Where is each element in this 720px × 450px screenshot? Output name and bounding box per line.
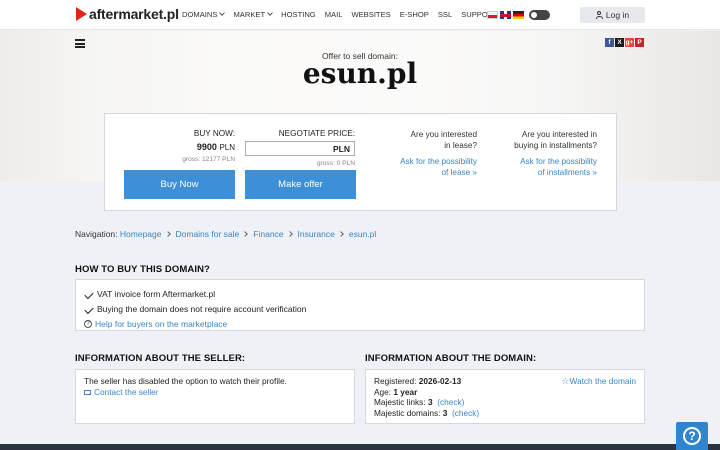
installments-question: Are you interested in buying in installme… <box>514 130 597 150</box>
x-twitter-icon[interactable]: X <box>615 38 624 47</box>
breadcrumb-current-domain[interactable]: esun.pl <box>349 229 376 239</box>
menu-hosting[interactable]: HOSTING <box>281 10 316 19</box>
lease-question: Are you interested in lease? <box>410 130 477 150</box>
envelope-icon <box>84 389 91 395</box>
help-question-icon: ? <box>683 427 701 445</box>
contact-seller-link[interactable]: Contact the seller <box>84 387 346 398</box>
buy-now-price: 9900 PLN <box>196 142 235 152</box>
facebook-icon[interactable]: f <box>605 38 614 47</box>
menu-mail[interactable]: MAIL <box>325 10 343 19</box>
menu-ssl[interactable]: SSL <box>438 10 452 19</box>
check-domains-link[interactable]: (check) <box>452 408 479 418</box>
top-navigation-bar: aftermarket.pl DOMAINS MARKET HOSTING MA… <box>0 0 720 30</box>
menu-market[interactable]: MARKET <box>233 10 273 19</box>
breadcrumb: Navigation: Homepage Domains for sale Fi… <box>75 229 376 239</box>
language-selector <box>487 11 524 19</box>
seller-info-box: The seller has disabled the option to wa… <box>75 369 355 424</box>
negotiate-label: NEGOTIATE PRICE: <box>278 129 355 138</box>
seller-watch-disabled-text: The seller has disabled the option to wa… <box>84 376 287 386</box>
main-menu: DOMAINS MARKET HOSTING MAIL WEBSITES E-S… <box>182 10 514 19</box>
how-to-buy-title: HOW TO BUY THIS DOMAIN? <box>75 264 210 275</box>
dark-mode-toggle[interactable] <box>529 10 550 20</box>
buy-now-label: BUY NOW: <box>193 129 235 138</box>
negotiate-column: NEGOTIATE PRICE: PLN gross: 0 PLN <box>245 129 355 167</box>
chevron-down-icon <box>267 10 273 16</box>
logo-arrow-icon <box>76 7 87 21</box>
logo-text: aftermarket.pl <box>89 6 179 22</box>
installments-column: Are you interested in buying in installme… <box>497 129 597 178</box>
question-circle-icon: ? <box>84 319 92 328</box>
help-buyers-item[interactable]: ? Help for buyers on the marketplace <box>84 316 636 331</box>
polish-flag-icon[interactable] <box>487 11 498 19</box>
list-item: Buying the domain does not require accou… <box>84 301 636 316</box>
breadcrumb-insurance[interactable]: Insurance <box>298 229 335 239</box>
breadcrumb-prefix: Navigation: <box>75 229 118 239</box>
menu-domains[interactable]: DOMAINS <box>182 10 226 19</box>
check-icon <box>84 289 94 299</box>
help-button[interactable]: ? <box>676 422 708 450</box>
make-offer-button[interactable]: Make offer <box>245 170 356 199</box>
age-row: Age: 1 year <box>374 386 418 397</box>
buy-now-button[interactable]: Buy Now <box>124 170 235 199</box>
social-share-icons: f X g+ P <box>605 38 644 47</box>
buy-now-gross: gross: 12177 PLN <box>182 156 235 163</box>
login-button[interactable]: Log in <box>580 7 645 23</box>
google-plus-icon[interactable]: g+ <box>625 38 634 47</box>
english-flag-icon[interactable] <box>500 11 511 19</box>
hamburger-menu-icon[interactable] <box>75 39 85 48</box>
negotiate-gross: gross: 0 PLN <box>316 160 355 167</box>
list-item: VAT invoice form Aftermarket.pl <box>84 286 636 301</box>
user-icon <box>595 11 603 19</box>
breadcrumb-domains-for-sale[interactable]: Domains for sale <box>176 229 240 239</box>
pinterest-icon[interactable]: P <box>635 38 644 47</box>
menu-eshop[interactable]: E-SHOP <box>400 10 429 19</box>
how-to-buy-box: VAT invoice form Aftermarket.pl Buying t… <box>75 279 645 331</box>
breadcrumb-homepage[interactable]: Homepage <box>120 229 162 239</box>
german-flag-icon[interactable] <box>513 11 524 19</box>
chevron-right-icon <box>338 231 344 237</box>
help-buyers-link[interactable]: Help for buyers on the marketplace <box>95 319 227 329</box>
check-links-link[interactable]: (check) <box>437 397 464 407</box>
footer-bar <box>0 444 720 450</box>
seller-info-title: INFORMATION ABOUT THE SELLER: <box>75 353 246 364</box>
domain-info-title: INFORMATION ABOUT THE DOMAIN: <box>365 353 537 364</box>
domain-title: esun.pl <box>302 57 418 90</box>
buy-now-column: BUY NOW: 9900 PLN gross: 12177 PLN <box>125 129 235 163</box>
majestic-links-row: Majestic links: 3 (check) <box>374 397 465 407</box>
negotiate-price-input[interactable]: PLN <box>245 141 355 156</box>
chevron-down-icon <box>219 10 226 16</box>
installments-link[interactable]: Ask for the possibility of installments » <box>497 156 597 178</box>
check-icon <box>84 304 94 314</box>
watch-domain-link[interactable]: ☆Watch the domain <box>561 376 636 387</box>
lease-link[interactable]: Ask for the possibility of lease » <box>375 156 477 178</box>
breadcrumb-finance[interactable]: Finance <box>253 229 283 239</box>
chevron-right-icon <box>286 231 293 237</box>
majestic-domains-row: Majestic domains: 3 (check) <box>374 407 480 418</box>
offer-card: BUY NOW: 9900 PLN gross: 12177 PLN NEGOT… <box>104 113 617 211</box>
chevron-right-icon <box>164 231 171 237</box>
domain-info-box: Registered: 2026-02-13 Age: 1 year Majes… <box>365 369 645 424</box>
aftermarket-logo[interactable]: aftermarket.pl <box>76 6 179 22</box>
menu-websites[interactable]: WEBSITES <box>351 10 390 19</box>
chevron-right-icon <box>242 231 249 237</box>
lease-column: Are you interested in lease? Ask for the … <box>375 129 477 178</box>
